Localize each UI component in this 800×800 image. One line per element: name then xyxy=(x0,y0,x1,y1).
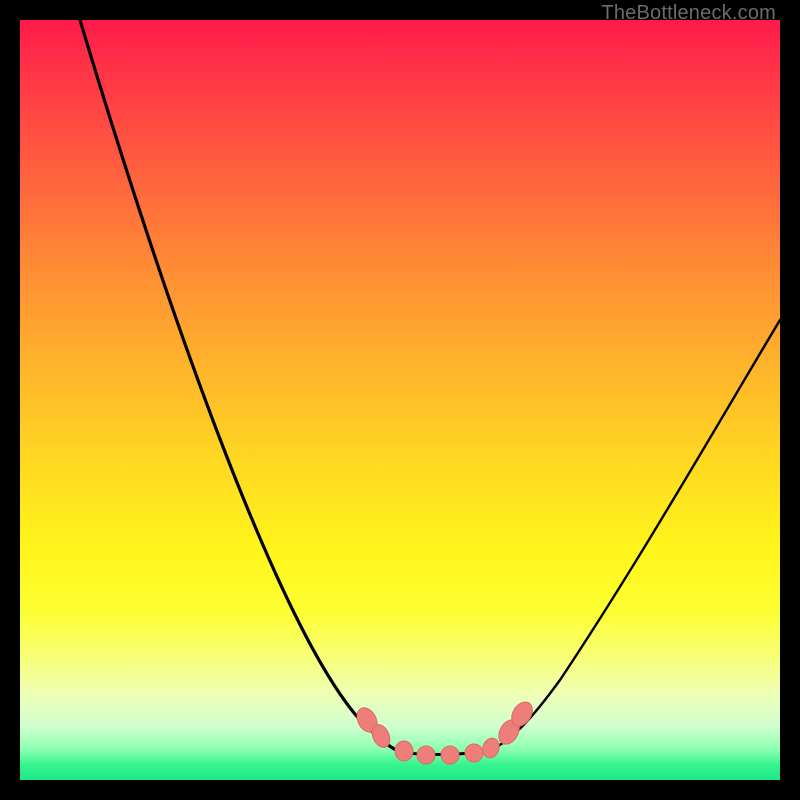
curve-marker xyxy=(417,746,435,764)
bottleneck-curve-svg xyxy=(20,20,780,780)
curve-marker xyxy=(465,744,483,762)
curve-marker xyxy=(441,746,459,764)
curve-right-branch xyxy=(495,320,780,748)
curve-marker xyxy=(480,736,501,760)
curve-left-branch xyxy=(80,20,398,751)
marker-layer xyxy=(353,698,537,764)
curve-layer xyxy=(80,20,780,754)
curve-marker xyxy=(394,740,414,761)
chart-frame: TheBottleneck.com xyxy=(0,0,800,800)
plot-area xyxy=(20,20,780,780)
